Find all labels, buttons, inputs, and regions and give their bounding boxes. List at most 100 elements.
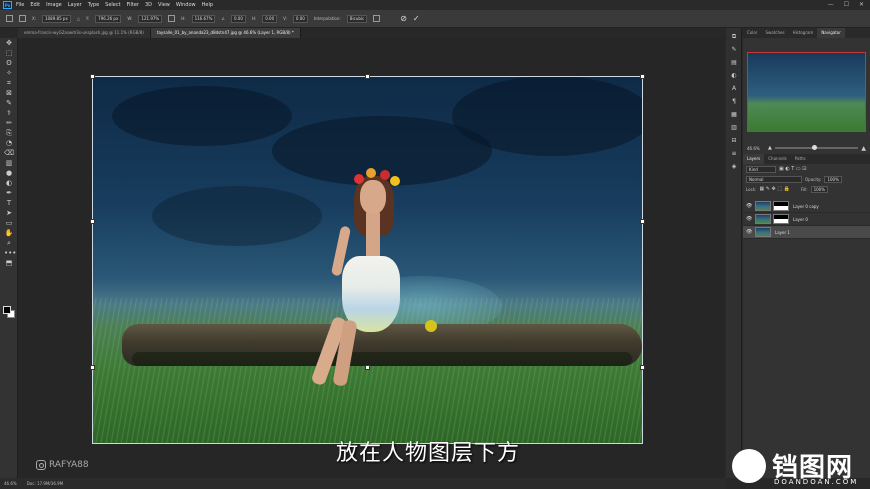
menu-item-view[interactable]: View	[158, 2, 170, 8]
tool-icon[interactable]: ⚕	[4, 109, 14, 118]
tool-icon[interactable]: ⎘	[4, 129, 14, 138]
dock-panel-icon[interactable]: ≡	[729, 150, 739, 158]
v-skew-field[interactable]: 0.00	[292, 14, 308, 23]
layer-mask-thumbnail[interactable]	[773, 201, 789, 211]
tab-swatches[interactable]: Swatches	[761, 28, 788, 38]
visibility-eye-icon[interactable]: 👁	[746, 203, 752, 209]
menu-item-image[interactable]: Image	[46, 2, 62, 8]
h-skew-field[interactable]: 0.00	[262, 14, 278, 23]
tool-icon[interactable]: ⌕	[4, 239, 14, 248]
tool-icon[interactable]: •••	[4, 249, 16, 258]
dock-panel-icon[interactable]: ⊟	[729, 137, 739, 145]
tab-document-1[interactable]: emma-francis-wyG2aswdr3s-unsplash.jpg @ …	[18, 28, 151, 38]
tool-icon[interactable]: ✧	[4, 69, 14, 78]
zoom-slider-knob[interactable]	[812, 145, 818, 150]
navigator-zoom-value[interactable]: 46.6%	[747, 146, 765, 151]
transform-handle-bottom-left[interactable]	[90, 365, 95, 370]
zoom-out-icon[interactable]: ▲	[768, 145, 772, 151]
layer-kind-filter[interactable]: Kind	[746, 165, 776, 173]
tool-icon[interactable]: ➤	[4, 209, 14, 218]
opacity-field[interactable]: 100%	[824, 175, 842, 183]
tool-icon[interactable]: ✋	[4, 229, 14, 238]
zoom-in-icon[interactable]: ▲	[861, 145, 866, 152]
transform-handle-top[interactable]	[365, 74, 370, 79]
menu-item-help[interactable]: Help	[202, 2, 213, 8]
fill-field[interactable]: 100%	[810, 185, 829, 193]
navigator-zoom-slider[interactable]	[774, 145, 859, 150]
tool-icon[interactable]: ⌗	[4, 79, 14, 88]
dock-panel-icon[interactable]: ▥	[729, 124, 739, 132]
dock-panel-icon[interactable]: ✎	[729, 46, 739, 54]
canvas-area[interactable]	[18, 38, 724, 478]
status-zoom[interactable]: 46.6%	[4, 478, 17, 489]
tab-channels[interactable]: Channels	[764, 154, 791, 164]
tool-icon[interactable]: ⌫	[4, 149, 14, 158]
tab-layers[interactable]: Layers	[743, 154, 765, 164]
menu-item-edit[interactable]: Edit	[30, 2, 40, 8]
filter-icons[interactable]: ▣ ◐ T ▭ ⊡	[779, 166, 806, 172]
tab-color[interactable]: Color	[743, 28, 761, 38]
transform-handle-top-left[interactable]	[90, 74, 95, 79]
width-field[interactable]: 121.97%	[138, 14, 163, 23]
navigator-thumbnail[interactable]	[747, 52, 866, 132]
dock-panel-icon[interactable]: ◈	[729, 163, 739, 171]
link-icon[interactable]	[168, 15, 176, 22]
menu-item-window[interactable]: Window	[176, 2, 196, 8]
cancel-transform-icon[interactable]: ⊘	[400, 14, 407, 23]
tool-icon[interactable]: ⬒	[4, 259, 14, 268]
blend-mode-select[interactable]: Normal	[746, 175, 802, 183]
x-field[interactable]: 1089.85 px	[42, 14, 71, 23]
close-button[interactable]: ✕	[859, 1, 864, 8]
tool-icon[interactable]: ▥	[4, 159, 14, 168]
menu-item-select[interactable]: Select	[105, 2, 120, 8]
tool-icon[interactable]: ●	[4, 169, 14, 178]
layer-row[interactable]: 👁 Layer 0	[743, 213, 870, 226]
dock-panel-icon[interactable]: ⧉	[729, 33, 739, 41]
tool-icon[interactable]: ▭	[4, 219, 14, 228]
tool-icon[interactable]: ✏	[4, 119, 14, 128]
transform-handle-bottom-right[interactable]	[640, 365, 645, 370]
tool-icon[interactable]: ✒	[4, 189, 14, 198]
maximize-button[interactable]: ☐	[844, 1, 849, 8]
tab-histogram[interactable]: Histogram	[789, 28, 818, 38]
delta-icon[interactable]: △	[77, 16, 80, 21]
layer-row-selected[interactable]: 👁 Layer 1	[743, 226, 870, 239]
menu-item-type[interactable]: Type	[88, 2, 99, 8]
foreground-color-swatch[interactable]	[3, 306, 11, 314]
layer-row[interactable]: 👁 Layer 0 copy	[743, 200, 870, 213]
dock-panel-icon[interactable]: ¶	[729, 98, 739, 106]
minimize-button[interactable]: —	[828, 1, 834, 8]
transform-handle-top-right[interactable]	[640, 74, 645, 79]
layer-mask-thumbnail[interactable]	[773, 214, 789, 224]
tab-document-2[interactable]: taysalle_01_by_ananda23_d8dstn47.jpg @ 4…	[150, 28, 301, 38]
tool-icon[interactable]: T	[4, 199, 14, 208]
tool-icon[interactable]: ⊠	[4, 89, 14, 98]
transform-reference-icon[interactable]	[19, 15, 26, 22]
tab-paths[interactable]: Paths	[791, 154, 810, 164]
tool-icon[interactable]: ✥	[4, 39, 14, 48]
menu-item-filter[interactable]: Filter	[127, 2, 139, 8]
tool-icon[interactable]: ʘ	[4, 59, 14, 68]
tool-icon[interactable]: ⬚	[4, 49, 14, 58]
interpolation-select[interactable]: Bicubic	[346, 14, 368, 23]
dock-panel-icon[interactable]: ▤	[729, 59, 739, 67]
document-image[interactable]	[92, 76, 643, 444]
tool-icon[interactable]: ◔	[4, 139, 14, 148]
dock-panel-icon[interactable]: A	[729, 85, 739, 93]
visibility-eye-icon[interactable]: 👁	[746, 216, 752, 222]
height-field[interactable]: 116.67%	[191, 14, 216, 23]
menu-item-layer[interactable]: Layer	[68, 2, 82, 8]
dock-panel-icon[interactable]: ▦	[729, 111, 739, 119]
tab-navigator[interactable]: Navigator	[817, 28, 845, 38]
y-field[interactable]: 796.26 px	[95, 14, 122, 23]
dock-panel-icon[interactable]: ◐	[729, 72, 739, 80]
visibility-eye-icon[interactable]: 👁	[746, 229, 752, 235]
home-icon[interactable]	[6, 15, 13, 22]
transform-handle-bottom[interactable]	[365, 365, 370, 370]
transform-handle-left[interactable]	[90, 219, 95, 224]
tool-icon[interactable]: ◐	[4, 179, 14, 188]
menu-item-file[interactable]: File	[16, 2, 24, 8]
menu-item-3d[interactable]: 3D	[145, 2, 152, 8]
transform-handle-right[interactable]	[640, 219, 645, 224]
lock-icons[interactable]: ▦ ✎ ✥ ⬚ 🔒	[759, 186, 789, 192]
